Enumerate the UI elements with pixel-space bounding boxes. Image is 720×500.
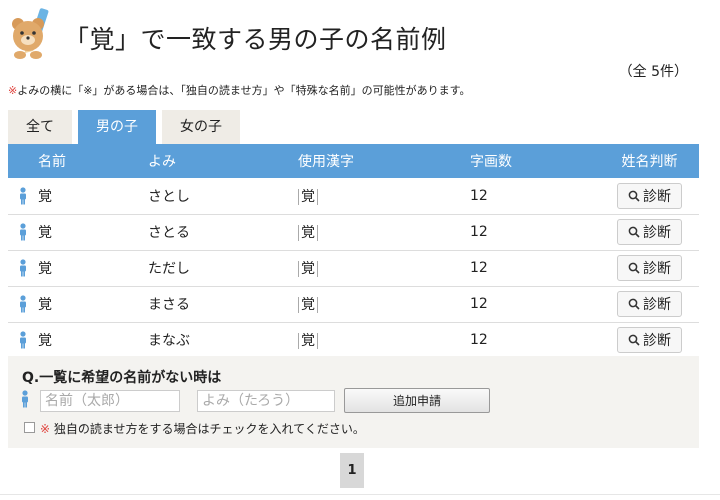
checkbox-label: ※ 独自の読ませ方をする場合はチェックを入れてください。 bbox=[40, 420, 365, 437]
header-name: 名前 bbox=[38, 144, 148, 178]
result-count: （全 5件） bbox=[618, 64, 688, 80]
yomi-input[interactable] bbox=[197, 390, 335, 412]
strokes-cell: 12 bbox=[470, 214, 600, 251]
gender-tabs: 全て 男の子 女の子 bbox=[8, 110, 246, 144]
page-1-button[interactable]: 1 bbox=[340, 453, 364, 488]
search-icon bbox=[628, 298, 640, 310]
male-person-icon bbox=[20, 187, 26, 205]
table-row: 覚 さとし 覚 12 診断 bbox=[8, 178, 699, 215]
kanji-link[interactable]: 覚 bbox=[298, 225, 318, 241]
name-cell: 覚 bbox=[38, 178, 148, 215]
search-icon bbox=[628, 334, 640, 346]
name-cell: 覚 bbox=[38, 250, 148, 287]
header-kanji: 使用漢字 bbox=[298, 144, 470, 178]
diagnose-label: 診断 bbox=[643, 297, 671, 313]
name-cell: 覚 bbox=[38, 322, 148, 359]
note-mark: ※ bbox=[8, 84, 18, 97]
table-row: 覚 さとる 覚 12 診断 bbox=[8, 214, 699, 251]
diagnose-label: 診断 bbox=[643, 261, 671, 277]
checkbox-text: 独自の読ませ方をする場合はチェックを入れてください。 bbox=[53, 422, 365, 436]
table-row: 覚 まさる 覚 12 診断 bbox=[8, 286, 699, 323]
checkbox-mark: ※ bbox=[40, 422, 51, 436]
tab-boys[interactable]: 男の子 bbox=[78, 110, 156, 144]
footer-divider bbox=[0, 494, 720, 495]
male-person-icon bbox=[22, 390, 28, 408]
strokes-cell: 12 bbox=[470, 322, 600, 359]
header-icon-cell bbox=[8, 144, 38, 178]
request-title: Q.一覧に希望の名前がない時は bbox=[22, 370, 222, 386]
diagnose-label: 診断 bbox=[643, 188, 671, 205]
strokes-cell: 12 bbox=[470, 178, 600, 215]
table-row: 覚 まなぶ 覚 12 診断 bbox=[8, 322, 699, 359]
male-person-icon bbox=[20, 223, 26, 241]
name-input[interactable] bbox=[40, 390, 180, 412]
diagnose-button[interactable]: 診断 bbox=[617, 182, 682, 209]
kanji-link[interactable]: 覚 bbox=[298, 188, 318, 205]
yomi-cell: ただし bbox=[148, 250, 298, 287]
bear-mascot-icon bbox=[12, 8, 49, 59]
search-icon bbox=[628, 226, 640, 238]
search-icon bbox=[628, 262, 640, 274]
table-row: 覚 ただし 覚 12 診断 bbox=[8, 250, 699, 287]
diagnose-button[interactable]: 診断 bbox=[617, 327, 682, 353]
strokes-cell: 12 bbox=[470, 286, 600, 323]
reading-note: ※よみの横に「※」がある場合は、「独自の読ませ方」や「特殊な名前」の可能性があり… bbox=[8, 82, 471, 98]
male-person-icon bbox=[20, 295, 26, 313]
header-judge: 姓名判断 bbox=[600, 144, 699, 178]
header-strokes: 字画数 bbox=[470, 144, 600, 178]
diagnose-button[interactable]: 診断 bbox=[617, 291, 682, 317]
note-text: よみの横に「※」がある場合は、「独自の読ませ方」や「特殊な名前」の可能性がありま… bbox=[17, 84, 471, 97]
kanji-link[interactable]: 覚 bbox=[298, 297, 318, 313]
kanji-link[interactable]: 覚 bbox=[298, 333, 318, 349]
diagnose-button[interactable]: 診断 bbox=[617, 255, 682, 281]
page-title: 「覚」で一致する男の子の名前例 bbox=[64, 25, 447, 54]
search-icon bbox=[628, 190, 640, 202]
male-person-icon bbox=[20, 331, 26, 349]
diagnose-button[interactable]: 診断 bbox=[617, 219, 682, 245]
names-table: 名前 よみ 使用漢字 字画数 姓名判断 覚 さとし 覚 12 診断 覚 さとる … bbox=[8, 144, 699, 359]
header-yomi: よみ bbox=[148, 144, 298, 178]
yomi-cell: まさる bbox=[148, 286, 298, 323]
results-panel: 名前 よみ 使用漢字 字画数 姓名判断 覚 さとし 覚 12 診断 覚 さとる … bbox=[8, 144, 699, 359]
yomi-cell: まなぶ bbox=[148, 322, 298, 359]
kanji-link[interactable]: 覚 bbox=[298, 261, 318, 277]
name-cell: 覚 bbox=[38, 214, 148, 251]
yomi-cell: さとし bbox=[148, 178, 298, 215]
add-request-button[interactable]: 追加申請 bbox=[344, 388, 490, 413]
original-reading-checkbox[interactable] bbox=[24, 422, 35, 433]
male-person-icon bbox=[20, 259, 26, 277]
diagnose-label: 診断 bbox=[643, 225, 671, 241]
diagnose-label: 診断 bbox=[643, 333, 671, 349]
name-cell: 覚 bbox=[38, 286, 148, 323]
name-request-form: Q.一覧に希望の名前がない時は 追加申請 ※ 独自の読ませ方をする場合はチェック… bbox=[8, 356, 699, 448]
strokes-cell: 12 bbox=[470, 250, 600, 287]
tab-girls[interactable]: 女の子 bbox=[162, 110, 240, 144]
tab-all[interactable]: 全て bbox=[8, 110, 72, 144]
table-header-row: 名前 よみ 使用漢字 字画数 姓名判断 bbox=[8, 144, 699, 178]
yomi-cell: さとる bbox=[148, 214, 298, 251]
